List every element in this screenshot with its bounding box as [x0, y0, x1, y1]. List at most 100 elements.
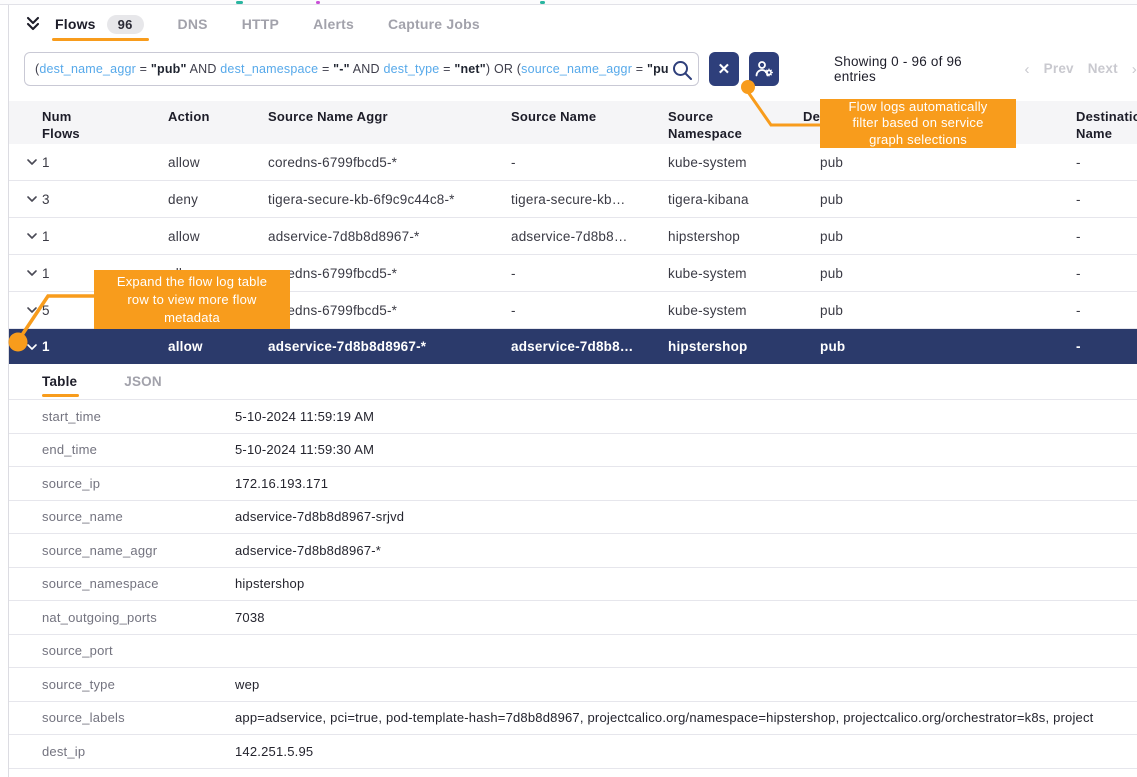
user-settings-button[interactable]	[749, 52, 779, 86]
sliver-mark	[316, 1, 320, 4]
tab-label: DNS	[178, 16, 208, 32]
query-field: dest_name_aggr	[39, 62, 136, 76]
tab-http[interactable]: HTTP	[242, 7, 279, 41]
cell-source-name: adservice-7d8b8…	[511, 229, 668, 244]
detail-tabbar: Table JSON	[9, 364, 1137, 400]
tab-dns[interactable]: DNS	[178, 7, 208, 41]
query-operator: =	[318, 62, 333, 76]
detail-tab-table[interactable]: Table	[42, 364, 77, 400]
cell-source-namespace: hipstershop	[668, 339, 803, 354]
detail-value: 142.251.5.95	[235, 744, 1137, 759]
cell-num-flows: 1	[42, 339, 168, 354]
table-row[interactable]: 3denytigera-secure-kb-6f9c9c44c8-*tigera…	[9, 181, 1137, 218]
detail-value: 5-10-2024 11:59:19 AM	[235, 409, 1137, 424]
column-header-label: Source Namespace	[668, 109, 763, 143]
detail-row: source_port	[9, 635, 1137, 669]
sliver-mark	[540, 1, 545, 4]
column-header-source-name: Source Name	[511, 101, 668, 126]
row-expander	[24, 265, 40, 281]
cell-source-name-aggr: tigera-secure-kb-6f9c9c44c8-*	[268, 192, 511, 207]
cell-source-name-aggr: adservice-7d8b8d8967-*	[268, 229, 511, 244]
next-chevron-icon[interactable]: ›	[1132, 61, 1137, 78]
column-header-label: Source Name	[511, 109, 596, 124]
detail-row: source_name_aggradservice-7d8b8d8967-*	[9, 534, 1137, 568]
chevron-down-icon[interactable]	[24, 265, 40, 281]
column-header-destination-name: Destination Name	[1076, 101, 1137, 143]
query-value: "-"	[333, 62, 350, 76]
cell-action: allow	[168, 155, 268, 170]
table-row[interactable]: 1allowcoredns-6799fbcd5-*-kube-systempub…	[9, 144, 1137, 181]
detail-key: source_type	[42, 677, 235, 692]
cell-destination-name: -	[1076, 339, 1137, 354]
chevron-down-icon[interactable]	[24, 191, 40, 207]
query-operator: =	[136, 62, 151, 76]
query-filter-input[interactable]: (dest_name_aggr = "pub" AND dest_namespa…	[24, 52, 699, 86]
query-text[interactable]: (dest_name_aggr = "pub" AND dest_namespa…	[35, 62, 668, 76]
tab-capture-jobs[interactable]: Capture Jobs	[388, 7, 480, 41]
clear-filter-button[interactable]: ✕	[709, 52, 739, 86]
cell-source-name: -	[511, 303, 668, 318]
sliver-mark	[236, 1, 243, 4]
table-row[interactable]: 1allowadservice-7d8b8d8967-*adservice-7d…	[9, 218, 1137, 255]
detail-key: source_name	[42, 509, 235, 524]
cell-source-namespace: kube-system	[668, 155, 803, 170]
detail-tab-json[interactable]: JSON	[124, 364, 162, 400]
tab-flows[interactable]: Flows96	[55, 7, 144, 41]
top-content-sliver	[0, 0, 1137, 5]
tab-label: Capture Jobs	[388, 16, 480, 32]
detail-value: hipstershop	[235, 576, 1137, 591]
detail-row: source_labelsapp=adservice, pci=true, po…	[9, 702, 1137, 736]
prev-chevron-icon[interactable]: ‹	[1024, 61, 1029, 78]
chevron-down-icon[interactable]	[24, 302, 40, 318]
cell-source-namespace: kube-system	[668, 303, 803, 318]
query-value: "pub"	[151, 62, 187, 76]
cell-source-name: adservice-7d8b8…	[511, 339, 668, 354]
cell-dest-name-aggr: pub	[803, 155, 1076, 170]
cell-dest-name-aggr: pub	[803, 303, 1076, 318]
cell-num-flows: 1	[42, 229, 168, 244]
detail-key: source_name_aggr	[42, 543, 235, 558]
cell-dest-name-aggr: pub	[803, 339, 1076, 354]
tab-label: Alerts	[313, 16, 354, 32]
detail-key: source_port	[42, 643, 235, 658]
detail-row: end_time5-10-2024 11:59:30 AM	[9, 434, 1137, 468]
query-operator: AND	[350, 62, 384, 76]
prev-button[interactable]: Prev	[1044, 61, 1074, 78]
detail-row: source_nameadservice-7d8b8d8967-srjvd	[9, 501, 1137, 535]
flow-table-body: 1allowcoredns-6799fbcd5-*-kube-systempub…	[9, 144, 1137, 364]
double-chevron-down-icon[interactable]	[24, 15, 42, 33]
cell-destination-name: -	[1076, 229, 1137, 244]
tab-alerts[interactable]: Alerts	[313, 7, 354, 41]
cell-destination-name: -	[1076, 266, 1137, 281]
detail-row: nat_outgoing_ports7038	[9, 601, 1137, 635]
table-row[interactable]: 1allowadservice-7d8b8d8967-*adservice-7d…	[9, 329, 1137, 364]
cell-source-namespace: kube-system	[668, 266, 803, 281]
cell-source-name: -	[511, 155, 668, 170]
detail-value: 172.16.193.171	[235, 476, 1137, 491]
chevron-down-icon[interactable]	[24, 228, 40, 244]
chevron-down-icon[interactable]	[24, 154, 40, 170]
column-header-label: Num Flows	[42, 109, 100, 143]
query-value: "net"	[454, 62, 486, 76]
detail-key: source_ip	[42, 476, 235, 491]
row-expander	[24, 228, 40, 244]
search-icon[interactable]	[670, 58, 694, 82]
tooltip-filter-info: Flow logs automatically filter based on …	[820, 99, 1016, 148]
detail-value: adservice-7d8b8d8967-*	[235, 543, 1137, 558]
cell-destination-name: -	[1076, 303, 1137, 318]
next-button[interactable]: Next	[1088, 61, 1118, 78]
detail-row: source_typewep	[9, 668, 1137, 702]
detail-key: source_namespace	[42, 576, 235, 591]
filter-row: (dest_name_aggr = "pub" AND dest_namespa…	[9, 42, 1137, 96]
cell-action: allow	[168, 339, 268, 354]
detail-value: app=adservice, pci=true, pod-template-ha…	[235, 710, 1137, 725]
chevron-down-icon[interactable]	[24, 339, 40, 355]
detail-table: start_time5-10-2024 11:59:19 AMend_time5…	[9, 400, 1137, 769]
row-expander	[24, 191, 40, 207]
query-operator: AND	[187, 62, 221, 76]
detail-key: source_labels	[42, 710, 235, 725]
row-expander	[24, 302, 40, 318]
cell-destination-name: -	[1076, 155, 1137, 170]
column-header-source-name-aggr: Source Name Aggr	[268, 101, 511, 126]
tab-label: HTTP	[242, 16, 279, 32]
